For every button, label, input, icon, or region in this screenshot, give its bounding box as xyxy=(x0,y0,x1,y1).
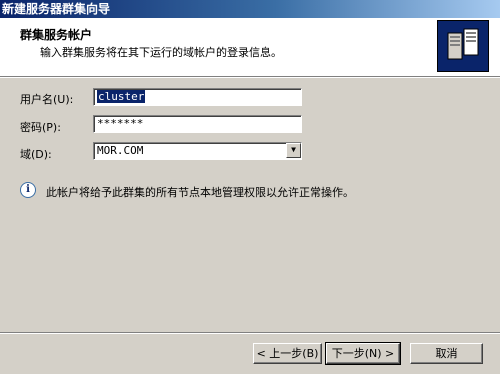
wizard-header: 群集服务帐户 输入群集服务将在其下运行的域帐户的登录信息。 xyxy=(0,18,500,77)
page-subtitle: 输入群集服务将在其下运行的域帐户的登录信息。 xyxy=(40,46,282,59)
server-cluster-icon xyxy=(437,20,489,72)
header-divider xyxy=(0,77,500,78)
next-button[interactable]: 下一步(N) > xyxy=(325,342,401,365)
window-title: 新建服务器群集向导 xyxy=(2,2,111,16)
window-titlebar[interactable]: 新建服务器群集向导 xyxy=(0,0,500,18)
username-label: 用户名(U): xyxy=(20,93,74,106)
info-icon: i xyxy=(20,182,36,198)
dropdown-arrow-icon[interactable]: ▼ xyxy=(286,143,301,158)
domain-value: MOR.COM xyxy=(97,144,144,157)
footer-divider-highlight xyxy=(0,333,500,334)
password-field[interactable]: ******* xyxy=(93,115,302,133)
page-title: 群集服务帐户 xyxy=(20,28,93,42)
cancel-button[interactable]: 取消 xyxy=(410,343,483,364)
back-button[interactable]: < 上一步(B) xyxy=(253,343,322,364)
password-label: 密码(P): xyxy=(20,121,61,134)
password-value: ******* xyxy=(97,117,144,130)
domain-select[interactable]: MOR.COM ▼ xyxy=(93,142,302,160)
domain-label: 域(D): xyxy=(20,148,52,161)
username-field[interactable]: cluster xyxy=(93,88,302,106)
info-message: 此帐户将给予此群集的所有节点本地管理权限以允许正常操作。 xyxy=(46,186,354,199)
username-value: cluster xyxy=(97,90,146,103)
